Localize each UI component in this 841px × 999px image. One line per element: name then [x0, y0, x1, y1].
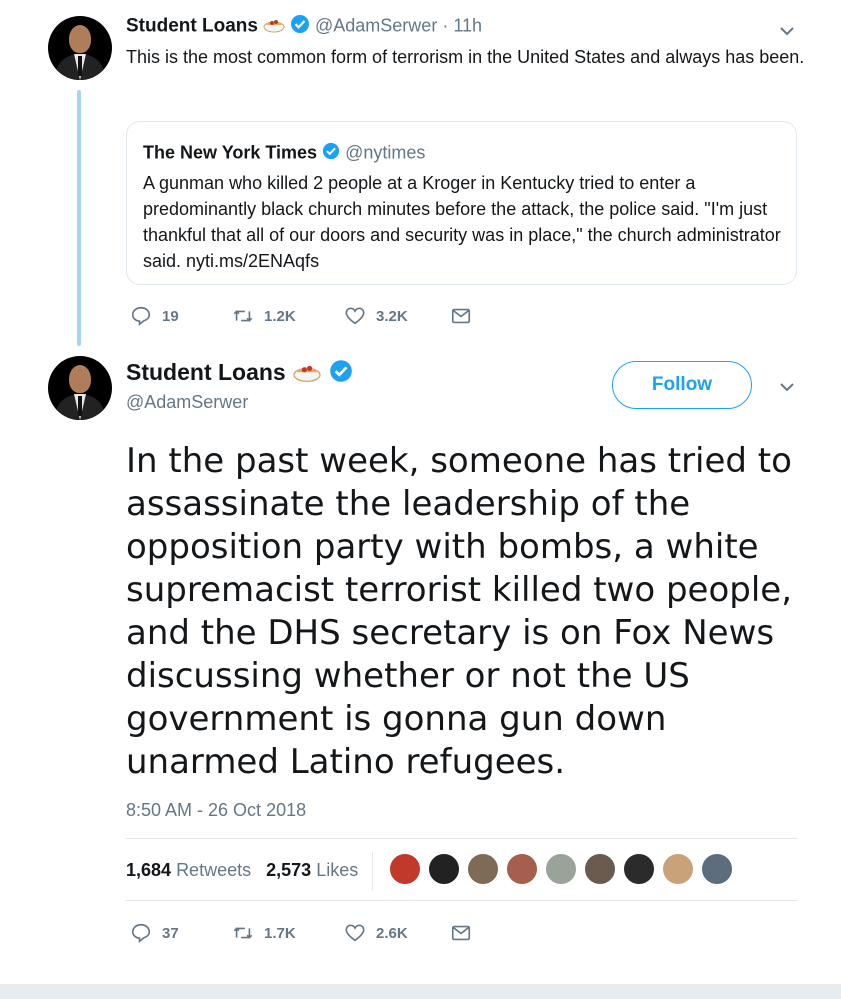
- quoted-tweet-text: A gunman who killed 2 people at a Kroger…: [143, 173, 781, 271]
- spaghetti-emoji-icon: [292, 358, 322, 390]
- envelope-icon: [451, 925, 471, 941]
- retweet-count: 1.2K: [264, 307, 296, 325]
- like-button[interactable]: 2.6K: [344, 922, 408, 944]
- like-button[interactable]: 3.2K: [344, 305, 408, 327]
- retweets-stat[interactable]: 1,684 Retweets: [126, 860, 251, 880]
- liker-avatar[interactable]: [388, 852, 422, 886]
- verified-badge-icon: [329, 359, 353, 389]
- quoted-handle: @nytimes: [345, 142, 426, 163]
- verified-badge-icon: [322, 142, 340, 165]
- divider: [126, 900, 797, 901]
- reply-count: 19: [162, 307, 179, 325]
- direct-message-button[interactable]: [450, 922, 472, 944]
- likes-label: Likes: [316, 860, 359, 880]
- display-name[interactable]: Student Loans: [126, 15, 258, 36]
- retweet-button[interactable]: 1.7K: [232, 922, 296, 944]
- stats-separator: [372, 852, 373, 890]
- heart-icon: [345, 924, 365, 942]
- avatar[interactable]: [48, 16, 112, 80]
- liker-avatar[interactable]: [427, 852, 461, 886]
- retweet-button[interactable]: 1.2K: [232, 305, 296, 327]
- tweet-actions: 37 1.7K 2.6K: [126, 922, 526, 946]
- thread-connector: [77, 90, 81, 346]
- reply-icon: [131, 306, 151, 326]
- quoted-display-name: The New York Times: [143, 142, 318, 163]
- engagement-stats: 1,684 Retweets 2,573 Likes: [126, 860, 358, 881]
- spaghetti-emoji-icon: [263, 14, 285, 39]
- page-footer-bar: [0, 984, 841, 999]
- retweet-icon: [233, 310, 253, 322]
- direct-message-button[interactable]: [450, 305, 472, 327]
- display-name: Student Loans: [126, 358, 353, 390]
- reply-count: 37: [162, 924, 179, 942]
- retweets-label: Retweets: [176, 860, 252, 880]
- timestamp[interactable]: 8:50 AM - 26 Oct 2018: [126, 800, 306, 821]
- reply-button[interactable]: 19: [130, 305, 179, 327]
- display-name-text[interactable]: Student Loans: [126, 359, 286, 385]
- liker-avatar[interactable]: [544, 852, 578, 886]
- envelope-icon: [451, 308, 471, 324]
- handle[interactable]: @AdamSerwer: [126, 392, 248, 413]
- tweet-actions: 19 1.2K 3.2K: [126, 305, 526, 329]
- quoted-tweet[interactable]: The New York Times @nytimes A gunman who…: [126, 121, 797, 285]
- liker-avatar[interactable]: [583, 852, 617, 886]
- liker-avatar[interactable]: [466, 852, 500, 886]
- handle[interactable]: @AdamSerwer: [315, 15, 437, 35]
- reply-button[interactable]: 37: [130, 922, 179, 944]
- like-count: 2.6K: [376, 924, 408, 942]
- chevron-down-icon[interactable]: [777, 377, 797, 397]
- likes-stat[interactable]: 2,573 Likes: [266, 860, 358, 880]
- quoted-tweet-header: The New York Times @nytimes: [143, 142, 425, 165]
- liker-avatar[interactable]: [700, 852, 734, 886]
- heart-icon: [345, 307, 365, 325]
- likes-count: 2,573: [266, 860, 312, 880]
- reply-icon: [131, 923, 151, 943]
- follow-button[interactable]: Follow: [612, 361, 752, 409]
- retweets-count: 1,684: [126, 860, 172, 880]
- retweet-count: 1.7K: [264, 924, 296, 942]
- avatar[interactable]: [48, 356, 112, 420]
- chevron-down-icon[interactable]: [777, 21, 797, 41]
- verified-badge-icon: [290, 14, 310, 39]
- tweet-text: This is the most common form of terroris…: [126, 47, 805, 67]
- liker-avatar[interactable]: [505, 852, 539, 886]
- liker-avatar[interactable]: [661, 852, 695, 886]
- liker-avatar[interactable]: [622, 852, 656, 886]
- timestamp[interactable]: · 11h: [442, 15, 482, 35]
- tweet-header: Student Loans @AdamSerwer · 11h: [126, 14, 482, 39]
- retweet-icon: [233, 927, 253, 939]
- like-count: 3.2K: [376, 307, 408, 325]
- tweet-text: In the past week, someone has tried to a…: [126, 441, 793, 782]
- divider: [126, 838, 797, 839]
